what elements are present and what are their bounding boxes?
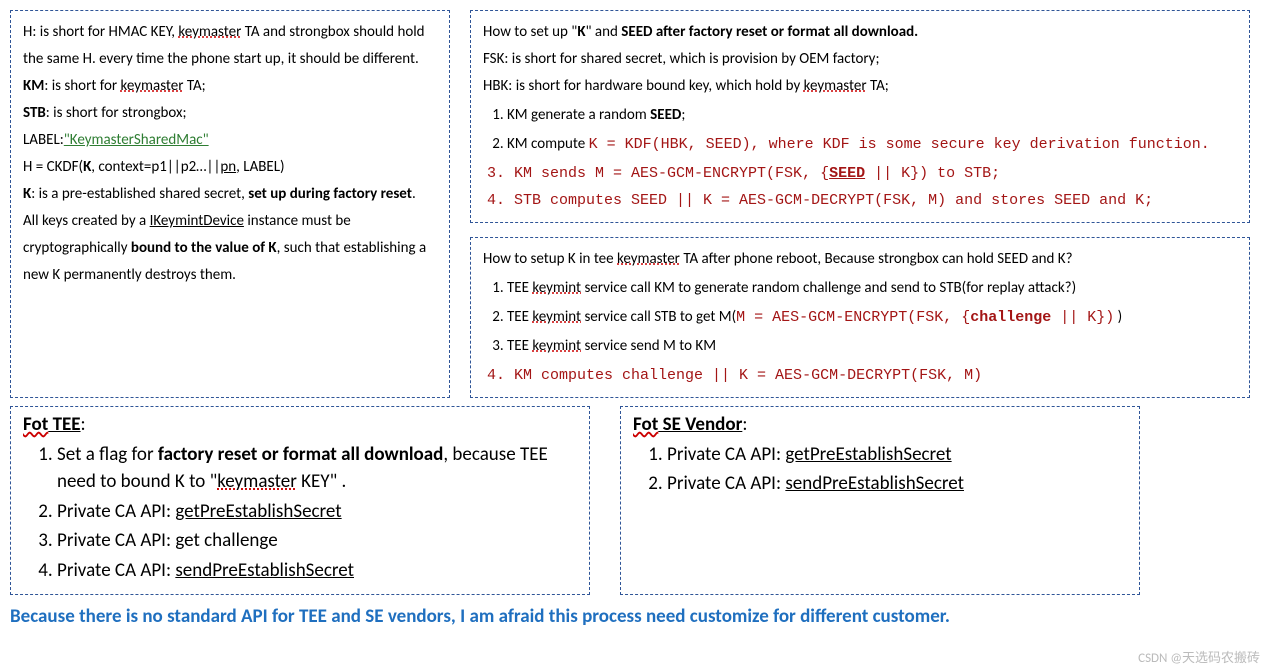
def-h-formula: H = CKDF(K, context=p1||p2…||pn, LABEL): [23, 154, 437, 181]
definitions-box: H: is short for HMAC KEY, keymaster TA a…: [10, 10, 450, 398]
right-column: How to set up "K" and SEED after factory…: [470, 10, 1250, 398]
watermark: CSDN @天选码农搬砖: [1138, 647, 1260, 666]
tee-step2: Private CA API: getPreEstablishSecret: [57, 498, 577, 526]
setup1-step4: 4. STB computes SEED || K = AES-GCM-DECR…: [487, 187, 1237, 214]
def-keys: All keys created by a IKeymintDevice ins…: [23, 208, 437, 289]
se-box: Fot SE Vendor: Private CA API: getPreEst…: [620, 406, 1140, 595]
tee-step4: Private CA API: sendPreEstablishSecret: [57, 557, 577, 585]
se-step1: Private CA API: getPreEstablishSecret: [667, 441, 1127, 469]
tee-title: Fot TEE:: [23, 411, 577, 439]
se-steps: Private CA API: getPreEstablishSecret Pr…: [633, 441, 1127, 498]
setup1-fsk: FSK: is short for shared secret, which i…: [483, 46, 1237, 73]
top-row: H: is short for HMAC KEY, keymaster TA a…: [10, 10, 1260, 398]
setup-factory-reset-box: How to set up "K" and SEED after factory…: [470, 10, 1250, 223]
setup1-step2: KM compute K = KDF(HBK, SEED), where KDF…: [507, 131, 1237, 158]
tee-step3: Private CA API: get challenge: [57, 527, 577, 555]
setup2-step2: TEE keymint service call STB to get M(M …: [507, 304, 1237, 331]
setup1-title: How to set up "K" and SEED after factory…: [483, 19, 1237, 46]
setup1-step3: 3. KM sends M = AES-GCM-ENCRYPT(FSK, {SE…: [487, 160, 1237, 187]
se-step2: Private CA API: sendPreEstablishSecret: [667, 470, 1127, 498]
setup2-step4: 4. KM computes challenge || K = AES-GCM-…: [487, 362, 1237, 389]
tee-step1: Set a flag for factory reset or format a…: [57, 441, 577, 496]
def-k: K: is a pre-established shared secret, s…: [23, 181, 437, 208]
setup-reboot-box: How to setup K in tee keymaster TA after…: [470, 237, 1250, 398]
tee-box: Fot TEE: Set a flag for factory reset or…: [10, 406, 590, 595]
setup2-steps: TEE keymint service call KM to generate …: [483, 275, 1237, 360]
footer-note: Because there is no standard API for TEE…: [10, 605, 1260, 628]
setup2-title: How to setup K in tee keymaster TA after…: [483, 246, 1237, 273]
setup2-step1: TEE keymint service call KM to generate …: [507, 275, 1237, 302]
def-label: LABEL:"KeymasterSharedMac": [23, 127, 437, 154]
setup1-steps: KM generate a random SEED; KM compute K …: [483, 102, 1237, 158]
setup1-hbk: HBK: is short for hardware bound key, wh…: [483, 73, 1237, 100]
setup2-step3: TEE keymint service send M to KM: [507, 333, 1237, 360]
tee-steps: Set a flag for factory reset or format a…: [23, 441, 577, 585]
setup1-step1: KM generate a random SEED;: [507, 102, 1237, 129]
def-stb: STB: is short for strongbox;: [23, 100, 437, 127]
def-km: KM: is short for keymaster TA;: [23, 73, 437, 100]
bottom-row: Fot TEE: Set a flag for factory reset or…: [10, 406, 1260, 595]
def-h: H: is short for HMAC KEY, keymaster TA a…: [23, 19, 437, 73]
se-title: Fot SE Vendor:: [633, 411, 1127, 439]
